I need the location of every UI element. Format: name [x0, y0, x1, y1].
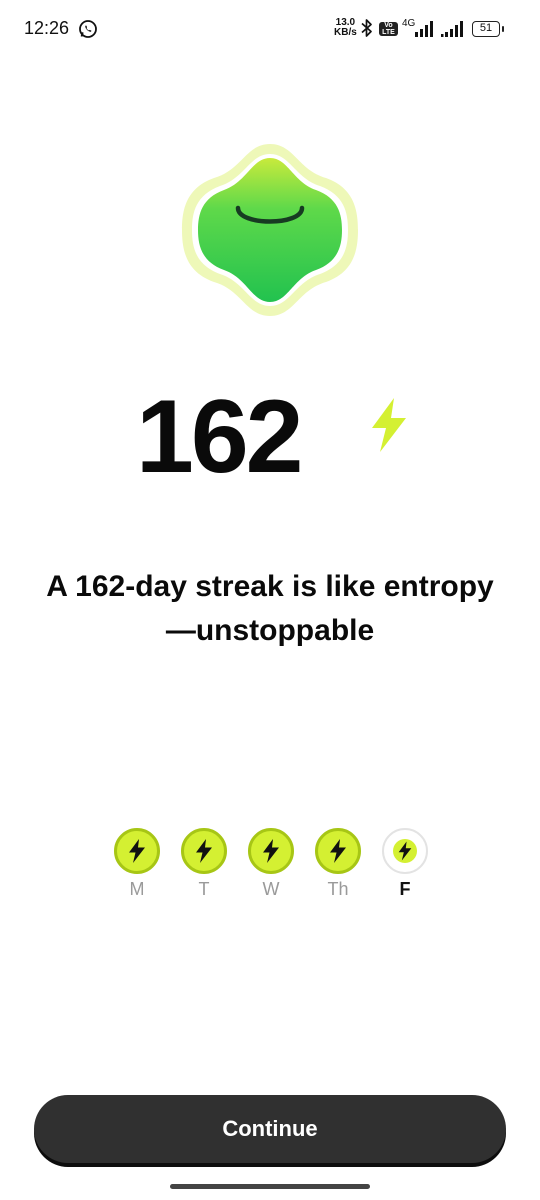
day-tuesday: T: [179, 828, 229, 908]
network-speed: 13.0 KB/s: [334, 18, 357, 38]
bolt-icon: [129, 839, 145, 863]
streak-count: 162: [136, 379, 304, 495]
day-status-current: [382, 828, 428, 874]
day-status-completed: [114, 828, 160, 874]
streak-message: A 162-day streak is like entropy—unstopp…: [46, 570, 494, 647]
network-speed-unit: KB/s: [334, 27, 357, 38]
continue-button[interactable]: Continue: [34, 1095, 506, 1163]
day-status-completed: [315, 828, 361, 874]
bolt-icon: [372, 398, 406, 452]
day-label: T: [198, 879, 210, 899]
day-wednesday: W: [246, 828, 296, 908]
status-bar: 12:26 13.0 KB/s Vo LTE 4G 51: [0, 0, 540, 58]
streak-display: 162: [0, 382, 540, 492]
day-monday: M: [112, 828, 162, 908]
day-thursday: Th: [313, 828, 363, 908]
day-label: W: [262, 879, 280, 899]
bolt-icon: [263, 839, 279, 863]
day-friday: F: [380, 828, 430, 908]
day-label: Th: [327, 879, 349, 899]
volte-icon: Vo LTE: [379, 22, 398, 36]
signal-icon: [415, 21, 433, 37]
battery-icon: 51: [472, 21, 504, 37]
day-label-current: F: [399, 879, 411, 899]
bolt-icon: [196, 839, 212, 863]
signal-icon: [441, 21, 463, 37]
status-time: 12:26: [24, 18, 70, 38]
day-status-completed: [181, 828, 227, 874]
day-label: M: [129, 879, 145, 899]
bluetooth-icon: [361, 19, 372, 37]
day-status-completed: [248, 828, 294, 874]
home-indicator[interactable]: [170, 1184, 370, 1189]
bolt-icon: [330, 839, 346, 863]
mascot-icon: [182, 144, 358, 316]
bolt-icon: [398, 841, 412, 861]
week-progress: M T W Th F: [0, 828, 540, 908]
whatsapp-icon: [79, 20, 97, 38]
